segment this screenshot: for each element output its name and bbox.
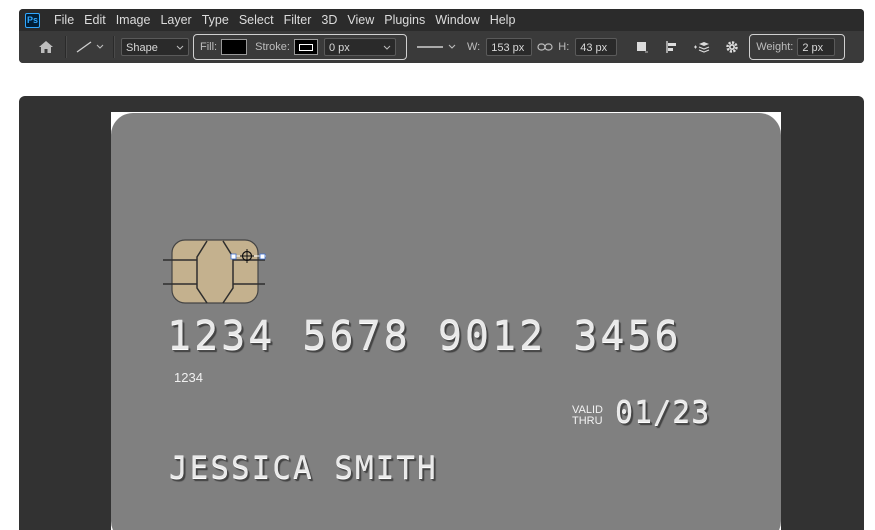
height-label: H: (558, 41, 570, 53)
weight-field[interactable]: 2 px (797, 38, 836, 56)
separator (65, 36, 67, 58)
tool-mode-select[interactable]: Shape (121, 38, 189, 56)
expiry-date: 01/23 (615, 395, 711, 430)
stroke-label: Stroke: (255, 41, 290, 53)
menu-view[interactable]: View (347, 13, 374, 27)
thru-label: THRU (572, 415, 603, 427)
fill-stroke-group: Fill: Stroke: 0 px (193, 34, 407, 60)
menu-bar: Ps File Edit Image Layer Type Select Fil… (19, 9, 864, 31)
stroke-width-field[interactable]: 0 px (323, 38, 396, 56)
canvas-area[interactable]: 1234 5678 9012 3456 1234 VALID THRU 01/2… (19, 96, 864, 530)
weight-label: Weight: (756, 41, 794, 53)
home-icon[interactable] (33, 40, 59, 54)
height-value: 43 px (580, 42, 608, 54)
link-icon[interactable] (534, 42, 556, 52)
credit-card: 1234 5678 9012 3456 1234 VALID THRU 01/2… (111, 113, 781, 530)
separator (113, 36, 115, 58)
tool-mode-value: Shape (126, 42, 158, 54)
weight-group: Weight: 2 px (749, 34, 846, 60)
menu-help[interactable]: Help (490, 13, 516, 27)
card-number: 1234 5678 9012 3456 (167, 313, 682, 359)
line-tool-icon[interactable] (73, 40, 107, 54)
path-alignment-icon[interactable] (661, 40, 683, 54)
cardholder-name: JESSICA SMITH (169, 450, 438, 486)
document-canvas[interactable]: 1234 5678 9012 3456 1234 VALID THRU 01/2… (111, 112, 781, 530)
stroke-type-select[interactable] (415, 42, 461, 52)
options-bar: Shape Fill: Stroke: 0 px W: 153 px H: 43… (19, 31, 864, 63)
menu-3d[interactable]: 3D (321, 13, 337, 27)
width-label: W: (467, 41, 481, 53)
menu-plugins[interactable]: Plugins (384, 13, 425, 27)
stroke-swatch[interactable] (293, 39, 318, 55)
width-value: 153 px (491, 42, 525, 54)
fill-swatch[interactable] (221, 39, 248, 55)
path-operations-icon[interactable] (631, 40, 653, 54)
height-field[interactable]: 43 px (575, 38, 618, 56)
menu-window[interactable]: Window (435, 13, 479, 27)
menu-select[interactable]: Select (239, 13, 274, 27)
weight-value: 2 px (802, 42, 824, 54)
menu-image[interactable]: Image (116, 13, 151, 27)
card-number-prefix: 1234 (174, 370, 203, 385)
menu-layer[interactable]: Layer (160, 13, 191, 27)
stroke-width-value: 0 px (328, 42, 350, 54)
menu-edit[interactable]: Edit (84, 13, 106, 27)
fill-label: Fill: (200, 41, 218, 53)
menu-file[interactable]: File (54, 13, 74, 27)
chevron-down-icon (383, 45, 391, 50)
app-logo: Ps (25, 12, 40, 28)
path-arrangement-icon[interactable] (691, 40, 713, 54)
chip-icon (163, 239, 266, 304)
gear-icon[interactable] (721, 39, 743, 55)
width-field[interactable]: 153 px (486, 38, 533, 56)
menu-type[interactable]: Type (202, 13, 229, 27)
menu-filter[interactable]: Filter (284, 13, 312, 27)
chevron-down-icon (176, 45, 184, 50)
valid-thru-label: VALID THRU (572, 405, 603, 427)
photoshop-window: Ps File Edit Image Layer Type Select Fil… (19, 9, 864, 63)
